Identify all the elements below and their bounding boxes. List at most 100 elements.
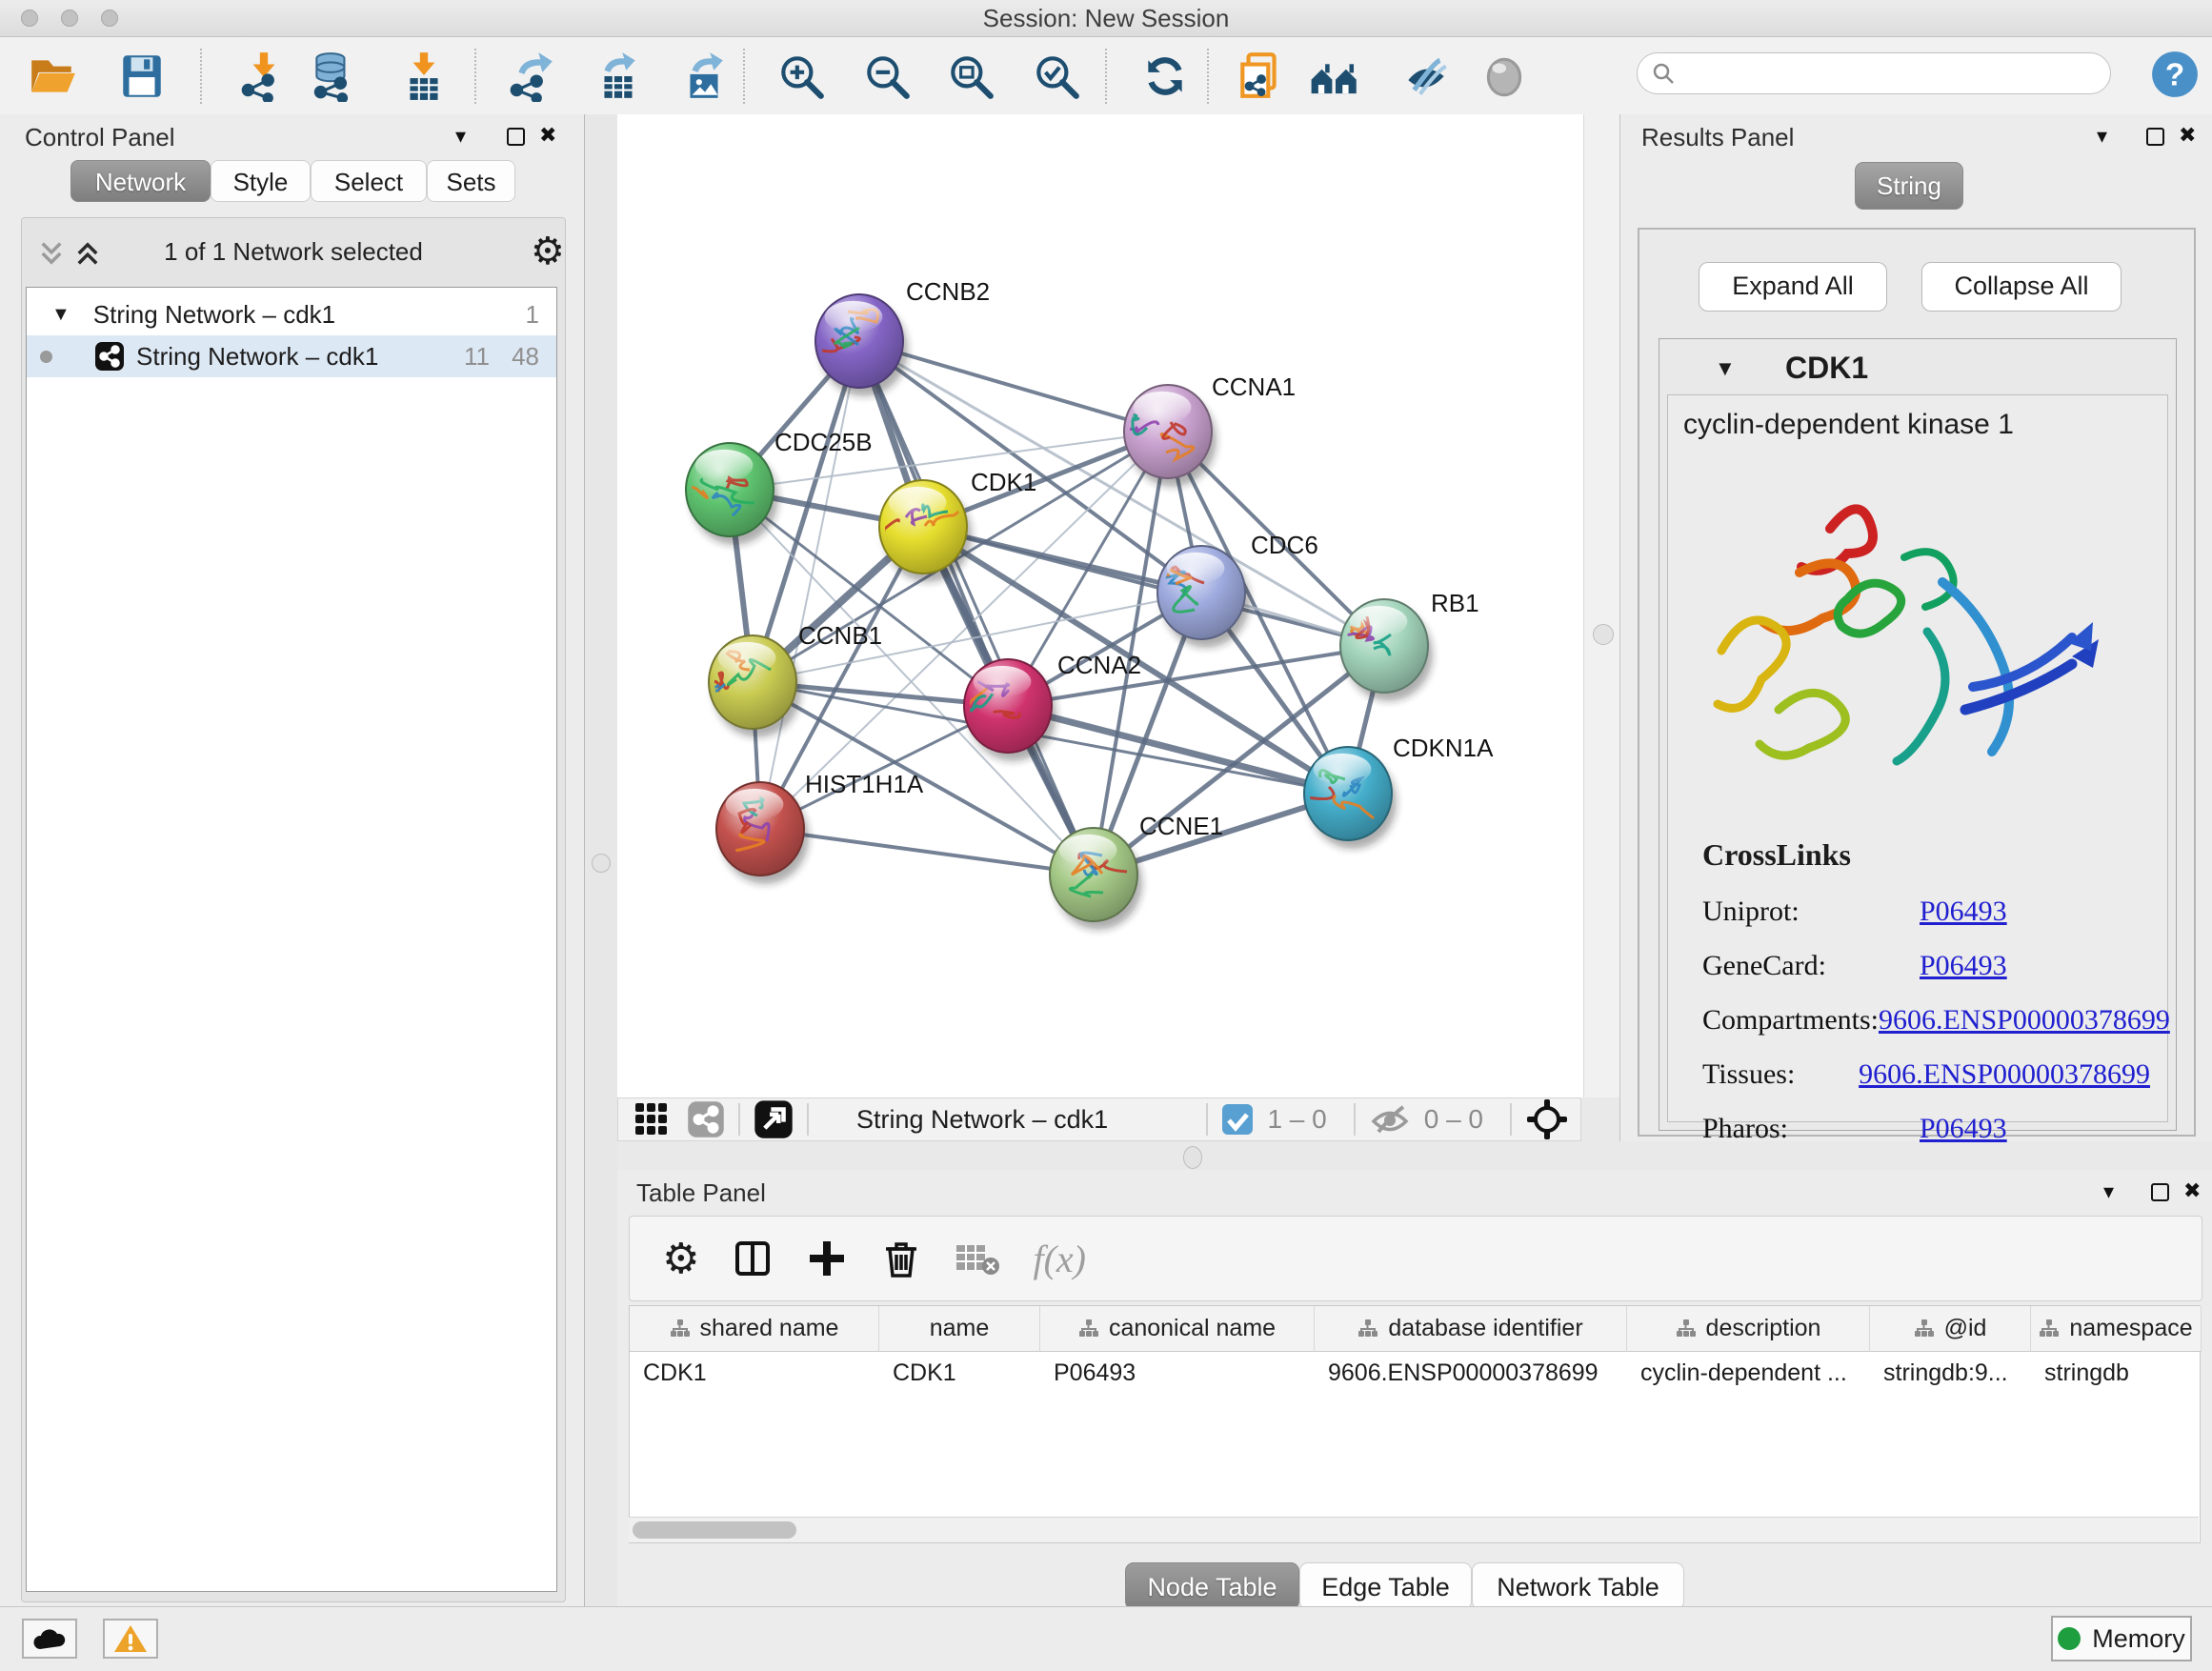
show-columns-icon[interactable] [732,1238,774,1279]
fit-content-crosshair-icon[interactable] [1525,1097,1569,1141]
table-cell[interactable]: CDK1 [630,1352,879,1394]
edge-CCNB2-HIST1H1A[interactable] [760,341,859,829]
expand-all-button[interactable]: Expand All [1699,262,1887,312]
column-header-description[interactable]: description [1627,1306,1870,1352]
node-RB1[interactable] [1340,599,1433,701]
table-panel-close-icon[interactable]: ✖ [2183,1178,2201,1203]
node-CDC25B[interactable] [672,443,778,545]
column-header-database-identifier[interactable]: database identifier [1315,1306,1627,1352]
help-icon[interactable]: ? [2149,49,2201,100]
tab-network[interactable]: Network [70,160,211,202]
table-options-gear-icon[interactable]: ⚙ [662,1235,699,1283]
tab-sets[interactable]: Sets [427,160,515,202]
tab-node-table[interactable]: Node Table [1125,1562,1299,1610]
results-panel-close-icon[interactable]: ✖ [2179,123,2196,148]
cloud-button[interactable] [22,1619,77,1659]
table-hscrollbar[interactable] [629,1517,2199,1542]
search-field[interactable] [1637,52,2111,94]
crosslink-link[interactable]: P06493 [1920,1113,2007,1145]
zoom-fit-icon[interactable] [945,50,996,102]
control-panel-close-icon[interactable]: ✖ [539,123,556,148]
network-canvas[interactable]: CCNB2CCNA1CDC25BCDK1CDC6RB1CCNB1CCNA2CDK… [617,114,1619,1097]
column-header-shared-name[interactable]: shared name [630,1306,879,1352]
disclosure-triangle-icon[interactable]: ▼ [51,304,70,326]
horizontal-splitter-handle[interactable] [1183,1146,1202,1169]
network-options-gear-icon[interactable]: ⚙ [531,230,565,273]
birdseye-disabled-icon[interactable] [1478,50,1530,102]
table-cell[interactable]: cyclin-dependent ... [1627,1352,1870,1394]
hidden-eye-slash-icon[interactable] [1369,1102,1411,1137]
export-image-icon[interactable] [678,50,730,102]
node-CDK1[interactable] [875,480,972,582]
zoom-in-icon[interactable] [775,50,827,102]
zoom-out-icon[interactable] [861,50,913,102]
tree-row-collection[interactable]: ▼ String Network – cdk1 1 [27,293,556,335]
column-header-name[interactable]: name [879,1306,1040,1352]
column-header-@id[interactable]: @id [1870,1306,2031,1352]
collapse-all-button[interactable]: Collapse All [1921,262,2122,312]
edge-CCNA2-CDKN1A[interactable] [1008,706,1348,794]
export-network-icon[interactable] [507,50,558,102]
table-hscrollbar-thumb[interactable] [633,1521,796,1539]
results-panel-menu-icon[interactable]: ▾ [2097,124,2107,149]
hide-graphics-details-icon[interactable] [1400,50,1452,102]
function-builder-icon[interactable]: f(x) [1033,1237,1086,1281]
import-network-file-icon[interactable] [238,50,290,102]
table-cell[interactable]: stringdb:9... [1870,1352,2031,1394]
import-table-file-icon[interactable] [398,50,450,102]
left-splitter[interactable] [585,114,617,1606]
crosslink-link[interactable]: P06493 [1920,950,2007,982]
zoom-selected-icon[interactable] [1031,50,1082,102]
tab-select[interactable]: Select [311,160,427,202]
node-CCNE1[interactable] [1050,828,1142,930]
delete-table-icon[interactable] [955,1239,1000,1278]
memory-button[interactable]: Memory [2051,1616,2192,1661]
crosslink-link[interactable]: P06493 [1920,896,2007,928]
node-CCNA2[interactable] [959,659,1056,761]
node-label-CCNE1: CCNE1 [1139,812,1223,840]
results-panel-float-icon[interactable] [2146,128,2164,151]
delete-column-icon[interactable] [880,1238,922,1279]
network-graph[interactable]: CCNB2CCNA1CDC25BCDK1CDC6RB1CCNB1CCNA2CDK… [617,114,1619,1097]
export-table-icon[interactable] [593,50,644,102]
crosslink-link[interactable]: 9606.ENSP00000378699 [1859,1058,2150,1091]
tab-style[interactable]: Style [211,160,311,202]
share-view-icon[interactable] [687,1100,725,1138]
control-panel-menu-icon[interactable]: ▾ [455,124,466,149]
tab-string[interactable]: String [1855,162,1963,210]
tab-edge-table[interactable]: Edge Table [1299,1562,1472,1610]
table-panel-menu-icon[interactable]: ▾ [2103,1179,2114,1204]
table-cell[interactable]: P06493 [1040,1352,1315,1394]
column-header-canonical-name[interactable]: canonical name [1040,1306,1315,1352]
detach-view-icon[interactable] [754,1099,794,1139]
open-in-cybrowser-icon[interactable] [1235,50,1286,102]
tree-row-network[interactable]: String Network – cdk1 11 48 [27,335,556,377]
node-HIST1H1A[interactable] [716,782,809,884]
control-panel-float-icon[interactable] [507,128,525,151]
table-cell[interactable]: CDK1 [879,1352,1040,1394]
table-cell[interactable]: 9606.ENSP00000378699 [1315,1352,1627,1394]
open-session-icon[interactable] [27,50,78,102]
refresh-icon[interactable] [1139,50,1191,102]
right-splitter-handle[interactable] [1593,624,1614,645]
save-session-icon[interactable] [116,50,168,102]
search-input[interactable] [1683,59,2097,88]
show-all-windows-icon[interactable] [1308,50,1359,102]
section-disclosure-icon[interactable]: ▼ [1715,356,1736,381]
node-CDKN1A[interactable] [1291,747,1397,849]
crosslink-link[interactable]: 9606.ENSP00000378699 [1879,1004,2170,1037]
edge-HIST1H1A-CCNE1[interactable] [760,829,1094,875]
import-network-database-icon[interactable] [307,50,358,102]
add-column-icon[interactable] [806,1238,848,1279]
node-CCNA1[interactable] [1117,385,1217,487]
node-CCNB2[interactable] [815,294,908,396]
left-splitter-handle[interactable] [592,854,611,873]
column-header-namespace[interactable]: namespace [2031,1306,2202,1352]
table-cell[interactable]: stringdb [2031,1352,2202,1394]
warning-button[interactable] [103,1619,158,1659]
tab-network-table[interactable]: Network Table [1472,1562,1684,1610]
table-panel-float-icon[interactable] [2151,1183,2169,1206]
grid-view-icon[interactable] [633,1101,670,1137]
right-splitter[interactable] [1583,114,1620,1097]
selected-checkbox-icon[interactable] [1221,1103,1254,1136]
